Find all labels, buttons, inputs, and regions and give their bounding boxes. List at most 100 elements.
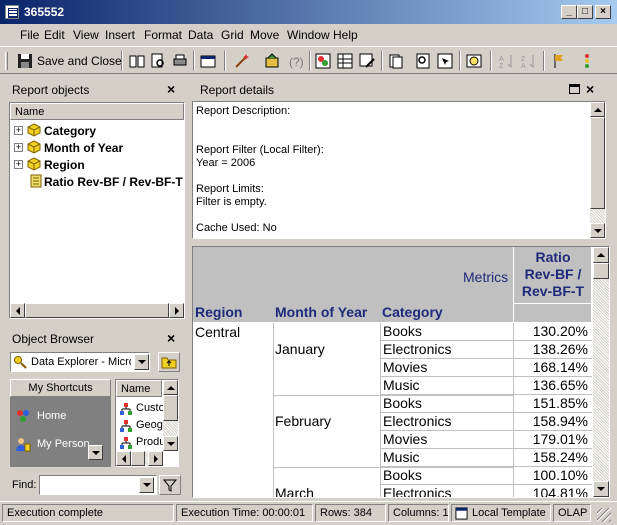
traffic-light-button[interactable] (577, 51, 597, 71)
report-objects-close-icon[interactable]: × (167, 81, 175, 97)
my-shortcuts-header[interactable]: My Shortcuts (10, 379, 111, 397)
page-by-button[interactable] (413, 51, 433, 71)
expand-icon[interactable]: + (14, 126, 23, 135)
properties-button[interactable] (198, 51, 218, 71)
grid-cell-value[interactable]: 138.26% (514, 341, 588, 357)
scroll-thumb[interactable] (25, 303, 169, 318)
save-and-close-button[interactable]: Save and Close (15, 51, 122, 71)
grid-cell-category[interactable]: Music (383, 377, 420, 393)
grid-cell-value[interactable]: 168.14% (514, 359, 588, 375)
scroll-up-button[interactable] (163, 380, 178, 395)
formula-button[interactable]: (?) (286, 51, 306, 71)
report-details-close-icon[interactable]: × (586, 81, 594, 97)
scroll-up-button[interactable] (593, 247, 609, 263)
scroll-left-button[interactable] (116, 451, 131, 466)
grid-cell-category[interactable]: Electronics (383, 485, 451, 497)
col-header-region[interactable]: Region (195, 304, 242, 320)
list-item[interactable]: Custo (119, 401, 163, 417)
close-button[interactable]: × (595, 5, 611, 19)
grid-cell-category[interactable]: Movies (383, 359, 427, 375)
grid-cell-value[interactable]: 179.01% (514, 431, 588, 447)
col-header-month[interactable]: Month of Year (275, 304, 367, 320)
grid-cell-value[interactable]: 158.24% (514, 449, 588, 465)
grid-vscroll[interactable] (593, 247, 609, 497)
menu-insert[interactable]: Insert (105, 28, 135, 42)
grid-cell-category[interactable]: Books (383, 323, 422, 339)
expand-icon[interactable]: + (14, 143, 23, 152)
grid-cell-category[interactable]: Movies (383, 431, 427, 447)
metric-header[interactable]: Ratio Rev-BF / Rev-BF-T (513, 247, 591, 303)
maximize-button[interactable]: □ (577, 5, 593, 19)
grid-cell-month[interactable]: January (275, 341, 325, 357)
grid-cell-category[interactable]: Electronics (383, 413, 451, 429)
schedule-button[interactable] (464, 51, 484, 71)
wand-button[interactable] (232, 51, 252, 71)
chevron-down-icon[interactable] (134, 354, 149, 370)
grid-cell-value[interactable]: 130.20% (514, 323, 588, 339)
scroll-down-button[interactable] (593, 481, 609, 497)
grid-cell-category[interactable]: Electronics (383, 341, 451, 357)
menu-file[interactable]: File (20, 28, 39, 42)
chevron-down-icon[interactable] (139, 477, 154, 493)
menu-edit[interactable]: Edit (44, 28, 65, 42)
shortcuts-scroll-down-button[interactable] (88, 445, 103, 460)
grid-cell-month[interactable]: February (275, 413, 331, 429)
scroll-up-button[interactable] (590, 102, 605, 117)
print-preview-button[interactable] (148, 51, 168, 71)
list-item[interactable]: Geogr (119, 418, 163, 434)
minimize-button[interactable]: _ (561, 5, 577, 19)
grid-cell-value[interactable]: 136.65% (514, 377, 588, 393)
resize-grip[interactable] (597, 508, 611, 522)
grid-view-button[interactable] (335, 51, 355, 71)
flag-button[interactable] (549, 51, 569, 71)
grid-cell-region[interactable]: Central (195, 324, 240, 340)
menu-data[interactable]: Data (188, 28, 213, 42)
col-header-category[interactable]: Category (382, 304, 443, 320)
cursor-button[interactable] (435, 51, 455, 71)
tree-item-month-of-year[interactable]: + Month of Year (10, 140, 184, 157)
restore-pane-icon[interactable] (569, 84, 580, 94)
menu-move[interactable]: Move (250, 28, 279, 42)
print-button[interactable] (170, 51, 190, 71)
scroll-right-button[interactable] (148, 451, 163, 466)
scroll-right-button[interactable] (169, 303, 184, 318)
scroll-thumb[interactable] (163, 395, 178, 421)
menu-window[interactable]: Window (287, 28, 330, 42)
scroll-thumb[interactable] (131, 451, 145, 466)
drill-button[interactable] (262, 51, 282, 71)
tree-item-category[interactable]: + Category (10, 123, 184, 140)
menu-format[interactable]: Format (144, 28, 182, 42)
data-explorer-select[interactable]: Data Explorer - Micro (10, 352, 150, 372)
tree-item-region[interactable]: + Region (10, 157, 184, 174)
filter-button[interactable] (159, 475, 181, 495)
object-browser-close-icon[interactable]: × (167, 330, 175, 346)
grid-cell-category[interactable]: Books (383, 395, 422, 411)
notes-button[interactable] (386, 51, 406, 71)
menu-grid[interactable]: Grid (221, 28, 244, 42)
list-item[interactable]: Produ (119, 435, 163, 451)
report-objects-column-header[interactable]: Name (10, 103, 184, 120)
grid-cell-value[interactable]: 100.10% (514, 467, 588, 483)
grid-cell-category[interactable]: Books (383, 467, 422, 483)
grid-cell-value[interactable]: 104.81% (514, 485, 588, 497)
scroll-down-button[interactable] (590, 223, 605, 238)
book-button[interactable] (127, 51, 147, 71)
grid-cell-month[interactable]: March (275, 485, 314, 497)
grid-cell-value[interactable]: 158.94% (514, 413, 588, 429)
scroll-thumb[interactable] (593, 263, 609, 279)
folder-up-button[interactable] (158, 352, 180, 372)
sort-descending-button[interactable]: ZA (519, 51, 539, 71)
scroll-down-button[interactable] (163, 436, 178, 451)
shortcut-home[interactable]: Home (15, 408, 110, 426)
grid-cell-value[interactable]: 151.85% (514, 395, 588, 411)
sort-ascending-button[interactable]: AZ (497, 51, 517, 71)
tree-item-ratio-metric[interactable]: Ratio Rev-BF / Rev-BF-T (10, 174, 184, 191)
menu-view[interactable]: View (73, 28, 99, 42)
expand-icon[interactable]: + (14, 160, 23, 169)
menu-help[interactable]: Help (333, 28, 358, 42)
scroll-thumb[interactable] (590, 117, 605, 209)
edit-grid-button[interactable] (357, 51, 377, 71)
thresholds-button[interactable] (313, 51, 333, 71)
object-list-column-header[interactable]: Name (116, 380, 162, 397)
find-input[interactable] (39, 475, 157, 495)
